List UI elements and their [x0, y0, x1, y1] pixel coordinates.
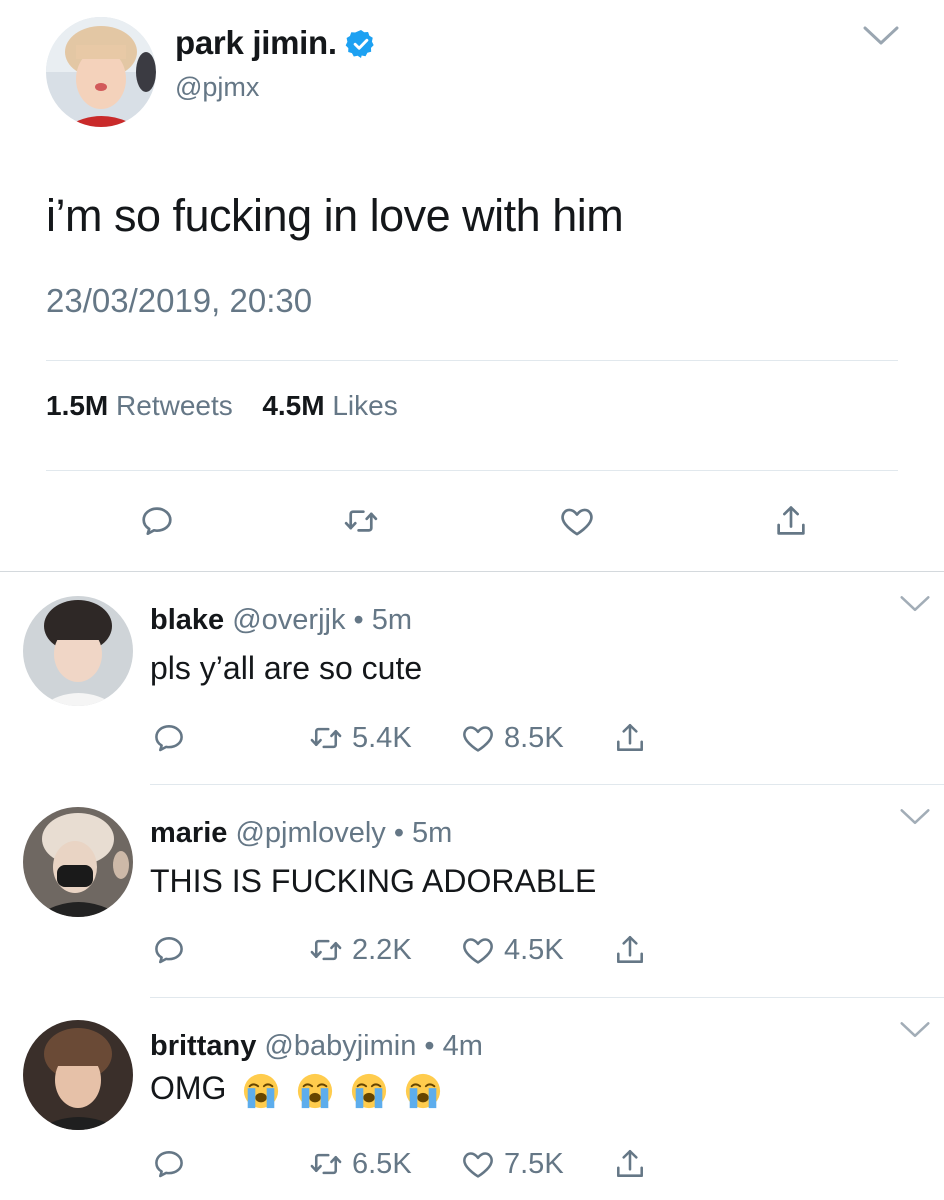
- avatar[interactable]: [23, 807, 133, 917]
- reply-text: pls y’all are so cute: [150, 650, 423, 686]
- retweet-action[interactable]: 6.5K: [308, 1146, 412, 1182]
- reply-action[interactable]: [151, 1146, 187, 1182]
- share-icon: [612, 1146, 648, 1182]
- chevron-down-icon[interactable]: [862, 24, 900, 48]
- like-count: 8.5K: [504, 721, 564, 754]
- display-name[interactable]: blake: [150, 604, 224, 636]
- retweet-count: 6.5K: [352, 1147, 412, 1180]
- reply-icon: [151, 1146, 187, 1182]
- loudly-crying-face-icon: [404, 1072, 442, 1110]
- reply-tweet[interactable]: marie @pjmlovely • 5m THIS IS FUCKING AD…: [0, 785, 944, 997]
- retweet-action[interactable]: 2.2K: [308, 932, 412, 968]
- like-count: 4.5K: [504, 933, 564, 966]
- retweet-icon: [308, 720, 344, 756]
- retweet-count: 2.2K: [352, 933, 412, 966]
- share-action[interactable]: [612, 932, 648, 968]
- divider: [46, 360, 898, 361]
- avatar-photo: [23, 1020, 133, 1130]
- share-icon: [612, 932, 648, 968]
- retweet-icon: [308, 932, 344, 968]
- share-icon: [612, 720, 648, 756]
- like-action[interactable]: 4.5K: [460, 932, 564, 968]
- heart-icon[interactable]: [558, 502, 596, 540]
- tweet-text: i’m so fucking in love with him: [46, 190, 624, 241]
- retweets-label[interactable]: Retweets: [116, 390, 233, 421]
- reply-action[interactable]: [151, 720, 187, 756]
- retweet-count: 5.4K: [352, 721, 412, 754]
- handle[interactable]: @pjmx: [175, 72, 259, 103]
- main-tweet: park jimin. @pjmx i’m so fucking in love…: [0, 0, 944, 572]
- likes-label[interactable]: Likes: [332, 390, 397, 421]
- like-action[interactable]: 8.5K: [460, 720, 564, 756]
- retweets-count[interactable]: 1.5M: [46, 390, 108, 421]
- reply-text-line: OMG: [150, 1070, 442, 1110]
- loudly-crying-face-icon: [350, 1072, 388, 1110]
- reply-header: blake @overjjk • 5m: [150, 604, 412, 637]
- handle-time[interactable]: @babyjimin • 4m: [264, 1030, 483, 1062]
- avatar-photo: [46, 17, 156, 127]
- reply-tweet[interactable]: blake @overjjk • 5m pls y’all are so cut…: [0, 572, 944, 784]
- retweet-action[interactable]: 5.4K: [308, 720, 412, 756]
- reply-action[interactable]: [151, 932, 187, 968]
- verified-badge-icon: [345, 30, 374, 58]
- reply-text: OMG: [150, 1070, 227, 1106]
- avatar-photo: [23, 807, 133, 917]
- reply-text: THIS IS FUCKING ADORABLE: [150, 863, 597, 899]
- heart-icon: [460, 1146, 496, 1182]
- avatar[interactable]: [46, 17, 156, 127]
- avatar-photo: [23, 596, 133, 706]
- chevron-down-icon[interactable]: [898, 1020, 932, 1040]
- like-count: 7.5K: [504, 1147, 564, 1180]
- display-name[interactable]: brittany: [150, 1030, 256, 1062]
- chevron-down-icon[interactable]: [898, 807, 932, 827]
- like-action[interactable]: 7.5K: [460, 1146, 564, 1182]
- avatar[interactable]: [23, 596, 133, 706]
- timestamp[interactable]: 23/03/2019, 20:30: [46, 282, 312, 320]
- display-name[interactable]: marie: [150, 817, 227, 849]
- heart-icon: [460, 720, 496, 756]
- reply-tweet[interactable]: brittany @babyjimin • 4m OMG 6.5K 7.5K: [0, 998, 944, 1200]
- heart-icon: [460, 932, 496, 968]
- retweet-icon: [308, 1146, 344, 1182]
- tweet-stats: 1.5M Retweets 4.5M Likes: [46, 390, 398, 422]
- avatar[interactable]: [23, 1020, 133, 1130]
- handle-time[interactable]: @overjjk • 5m: [232, 604, 412, 636]
- share-action[interactable]: [612, 1146, 648, 1182]
- reply-header: marie @pjmlovely • 5m: [150, 817, 452, 850]
- likes-count[interactable]: 4.5M: [262, 390, 324, 421]
- display-name[interactable]: park jimin.: [175, 24, 337, 62]
- reply-header: brittany @babyjimin • 4m: [150, 1030, 483, 1063]
- reply-icon[interactable]: [138, 502, 176, 540]
- chevron-down-icon[interactable]: [898, 594, 932, 614]
- share-icon[interactable]: [772, 502, 810, 540]
- loudly-crying-face-icon: [242, 1072, 280, 1110]
- share-action[interactable]: [612, 720, 648, 756]
- reply-icon: [151, 932, 187, 968]
- reply-icon: [151, 720, 187, 756]
- loudly-crying-face-icon: [296, 1072, 334, 1110]
- handle-time[interactable]: @pjmlovely • 5m: [235, 817, 452, 849]
- divider: [46, 470, 898, 471]
- retweet-icon[interactable]: [342, 502, 380, 540]
